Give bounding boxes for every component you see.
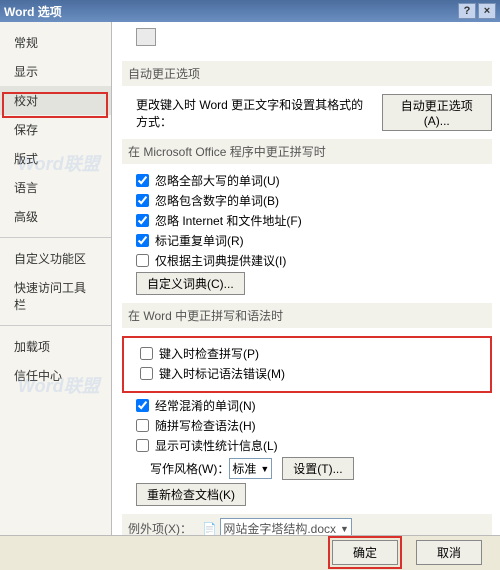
- sidebar-item-language[interactable]: 语言: [0, 173, 111, 202]
- cancel-button[interactable]: 取消: [416, 540, 482, 565]
- chk-flag-repeated[interactable]: [136, 234, 149, 247]
- section-office-spelling: 在 Microsoft Office 程序中更正拼写时: [122, 139, 492, 164]
- chk-ignore-uppercase[interactable]: [136, 174, 149, 187]
- chk-check-grammar-with-spelling[interactable]: [136, 419, 149, 432]
- sidebar-item-advanced[interactable]: 高级: [0, 202, 111, 231]
- sidebar-item-display[interactable]: 显示: [0, 57, 111, 86]
- help-icon[interactable]: ?: [458, 3, 476, 19]
- sidebar-item-proofing[interactable]: 校对: [0, 86, 111, 115]
- chk-confused-words[interactable]: [136, 399, 149, 412]
- sidebar-item-customize-ribbon[interactable]: 自定义功能区: [0, 244, 111, 273]
- sidebar-item-quick-access[interactable]: 快速访问工具栏: [0, 273, 111, 319]
- writing-style-select[interactable]: 标准▼: [229, 458, 272, 479]
- exceptions-file-select[interactable]: 网站金字塔结构.docx▼: [220, 518, 352, 535]
- sidebar: 常规 显示 校对 保存 版式 语言 高级 自定义功能区 快速访问工具栏 加载项 …: [0, 22, 112, 535]
- section-autocorrect: 自动更正选项: [122, 61, 492, 86]
- chk-check-spelling-typing[interactable]: [140, 347, 153, 360]
- sidebar-item-addins[interactable]: 加载项: [0, 332, 111, 361]
- chk-ignore-numbers[interactable]: [136, 194, 149, 207]
- chk-readability-stats[interactable]: [136, 439, 149, 452]
- chk-mark-grammar-typing[interactable]: [140, 367, 153, 380]
- chk-main-dict-only[interactable]: [136, 254, 149, 267]
- close-icon[interactable]: ×: [478, 3, 496, 19]
- window-title: Word 选项: [4, 3, 456, 20]
- settings-button[interactable]: 设置(T)...: [282, 457, 353, 480]
- dialog-footer: 确定 取消: [0, 535, 500, 569]
- ok-button[interactable]: 确定: [332, 540, 398, 565]
- highlight-box: 确定: [328, 536, 402, 569]
- custom-dict-button[interactable]: 自定义词典(C)...: [136, 272, 245, 295]
- chevron-down-icon: ▼: [260, 464, 269, 474]
- autocorrect-label: 更改键入时 Word 更正文字和设置其格式的方式：: [136, 96, 374, 130]
- abc-icon: [136, 28, 156, 46]
- recheck-doc-button[interactable]: 重新检查文档(K): [136, 483, 246, 506]
- watermark: Word联盟: [18, 150, 100, 176]
- highlight-box: 键入时检查拼写(P) 键入时标记语法错误(M): [122, 336, 492, 393]
- sidebar-item-general[interactable]: 常规: [0, 28, 111, 57]
- sidebar-item-save[interactable]: 保存: [0, 115, 111, 144]
- writing-style-label: 写作风格(W)：: [150, 460, 229, 477]
- word-doc-icon: 📄: [202, 522, 217, 535]
- autocorrect-options-button[interactable]: 自动更正选项(A)...: [382, 94, 492, 131]
- watermark: Word联盟: [18, 372, 100, 398]
- chevron-down-icon: ▼: [340, 524, 349, 534]
- chk-ignore-internet[interactable]: [136, 214, 149, 227]
- section-exceptions: 例外项(X)： 📄 网站金字塔结构.docx▼: [122, 514, 492, 535]
- section-word-spelling: 在 Word 中更正拼写和语法时: [122, 303, 492, 328]
- titlebar: Word 选项 ? ×: [0, 0, 500, 22]
- content-panel: 自动更正选项 更改键入时 Word 更正文字和设置其格式的方式： 自动更正选项(…: [112, 22, 500, 535]
